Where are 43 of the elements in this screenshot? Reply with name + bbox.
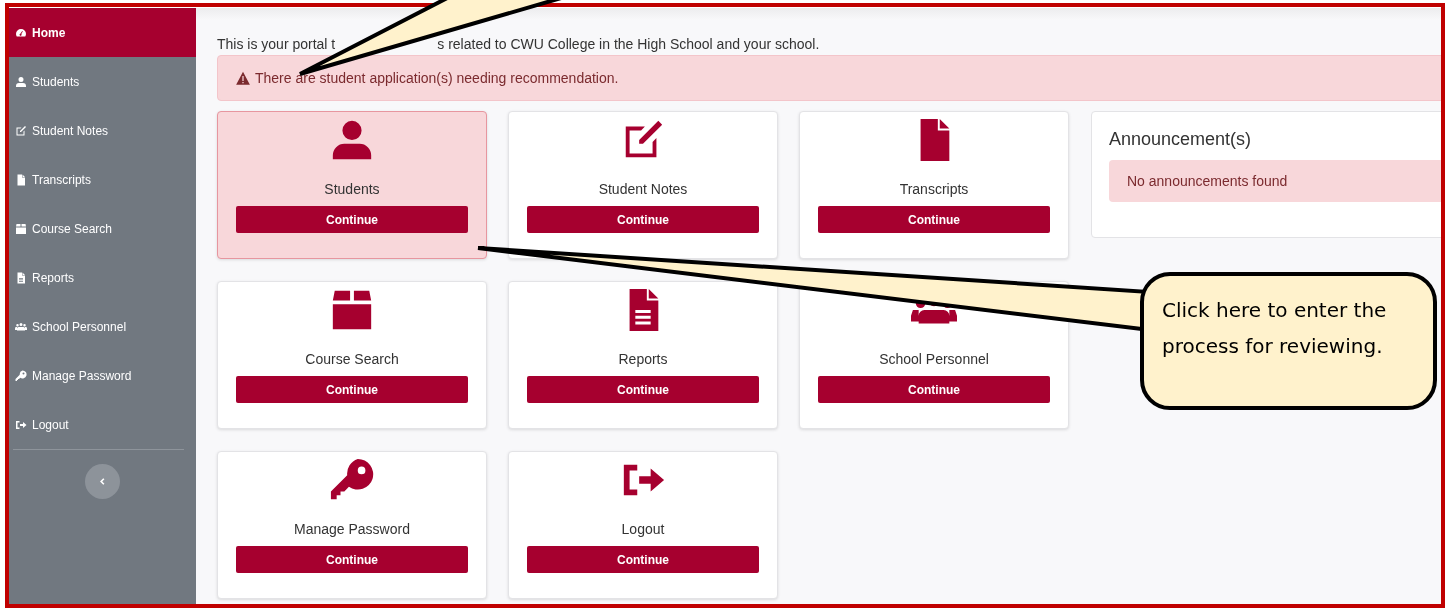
- box-icon: [15, 222, 27, 235]
- group-icon: [15, 320, 27, 333]
- sidebar-item[interactable]: Logout: [9, 400, 196, 449]
- alert-text: There are student application(s) needing recommendation.: [255, 70, 619, 86]
- card-title: Reports: [618, 351, 668, 367]
- chevron-left-icon: [98, 477, 107, 486]
- sidebar-item[interactable]: Reports: [9, 253, 196, 302]
- user-icon: [15, 75, 27, 88]
- sidebar-item[interactable]: Student Notes: [9, 106, 196, 155]
- sidebar-item[interactable]: Students: [9, 57, 196, 106]
- sidebar-item[interactable]: Transcripts: [9, 155, 196, 204]
- continue-button[interactable]: Continue: [818, 206, 1050, 233]
- card-title: School Personnel: [879, 351, 989, 367]
- intro-text: s related to CWU College in the High School and your school.: [437, 36, 820, 52]
- gauge-icon: [15, 26, 27, 39]
- exit-icon: [15, 418, 27, 431]
- continue-button[interactable]: Continue: [818, 376, 1050, 403]
- card-title: Manage Password: [294, 521, 410, 537]
- continue-button[interactable]: Continue: [236, 206, 468, 233]
- document-icon: [15, 173, 27, 186]
- card-title: Logout: [621, 521, 665, 537]
- sidebar-item[interactable]: Manage Password: [9, 351, 196, 400]
- card-title: Transcripts: [899, 181, 969, 197]
- continue-button[interactable]: Continue: [236, 546, 468, 573]
- announcement-message: No announcements found: [1109, 160, 1441, 202]
- edit-icon: [15, 124, 27, 137]
- sidebar-item[interactable]: Course Search: [9, 204, 196, 253]
- key-icon: [15, 369, 27, 382]
- card-title: Student Notes: [598, 181, 688, 197]
- callout: Click here to enter the process for reviewing.: [1140, 272, 1437, 410]
- continue-button[interactable]: Continue: [527, 546, 759, 573]
- card-title: Students: [324, 181, 380, 197]
- sidebar-item[interactable]: School Personnel: [9, 302, 196, 351]
- card-title: Course Search: [305, 351, 399, 367]
- announcements-title: Announcement(s): [1109, 129, 1253, 150]
- intro-text: This is your portal t: [217, 36, 336, 52]
- continue-button[interactable]: Continue: [527, 376, 759, 403]
- warning-icon: [235, 70, 251, 86]
- sidebar-item[interactable]: Home: [9, 8, 196, 57]
- report-icon: [15, 271, 27, 284]
- continue-button[interactable]: Continue: [236, 376, 468, 403]
- continue-button[interactable]: Continue: [527, 206, 759, 233]
- collapse-button[interactable]: [85, 464, 120, 499]
